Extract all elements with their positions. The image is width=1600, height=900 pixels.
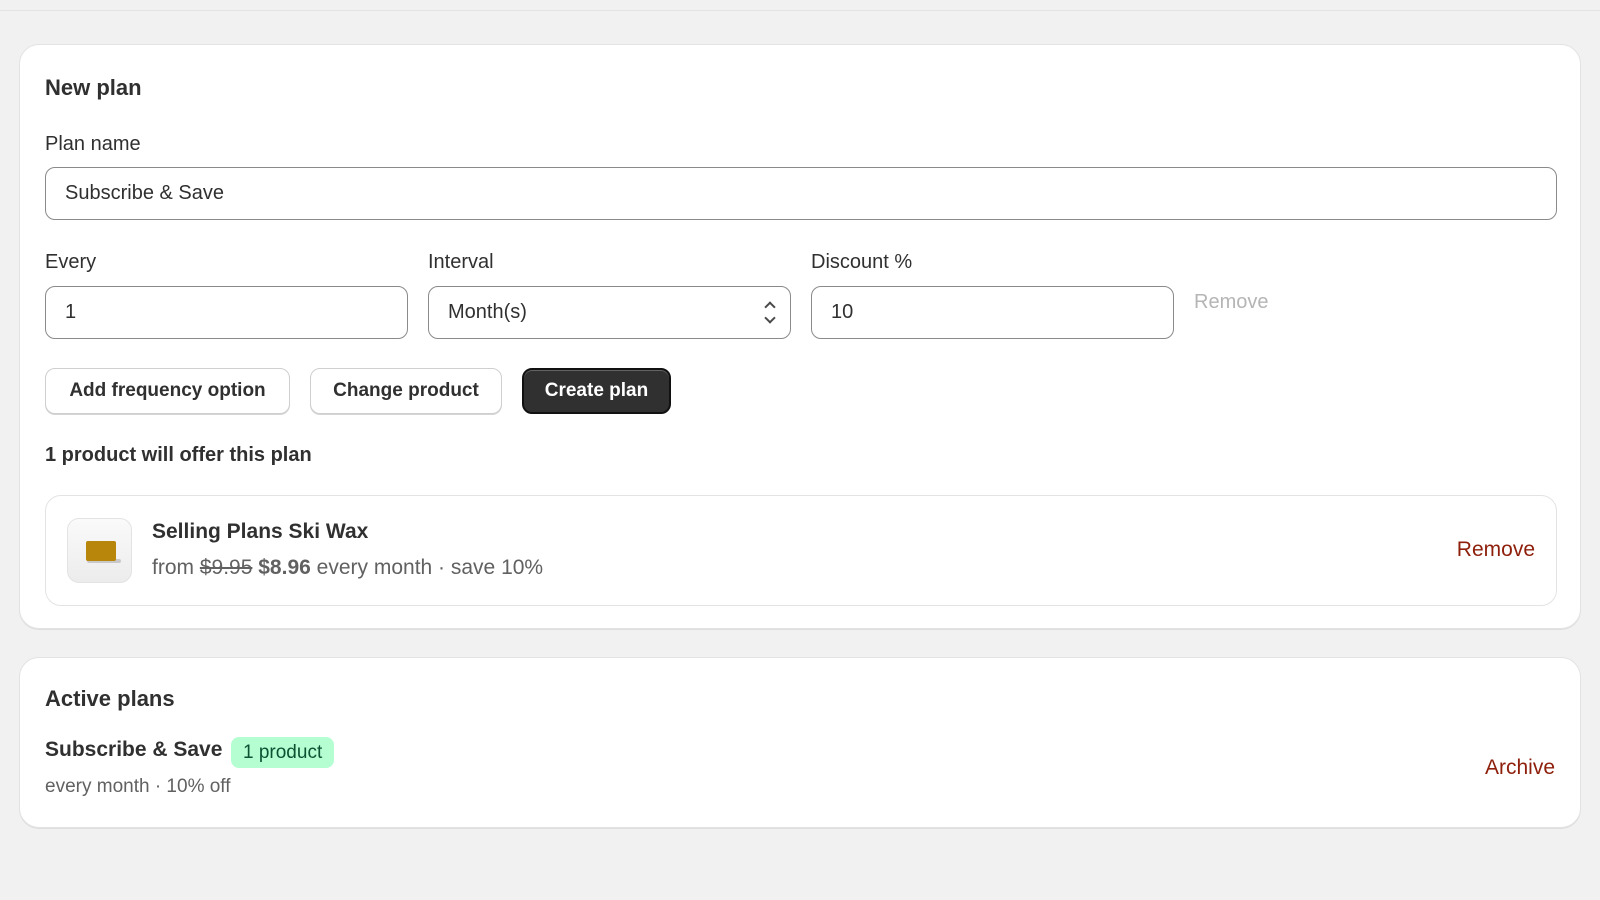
plan-name-label: Plan name bbox=[45, 133, 141, 155]
active-plan-detail: every month · 10% off bbox=[45, 776, 231, 797]
active-plan-name: Subscribe & Save bbox=[45, 738, 223, 761]
active-plans-title: Active plans bbox=[45, 686, 175, 711]
plan-name-input[interactable] bbox=[65, 182, 1556, 205]
old-price: $9.95 bbox=[199, 556, 253, 579]
every-label: Every bbox=[45, 251, 97, 273]
remove-frequency-link[interactable]: Remove bbox=[1194, 291, 1268, 314]
product-name: Selling Plans Ski Wax bbox=[152, 520, 369, 543]
interval-selected-value: Month(s) bbox=[448, 301, 527, 323]
discount-label: Discount % bbox=[811, 251, 913, 273]
new-plan-card: New plan Plan name Every Interval Month(… bbox=[19, 44, 1581, 629]
ski-wax-image bbox=[67, 518, 132, 583]
interval-select[interactable]: Month(s) bbox=[428, 286, 791, 339]
active-plans-card: Active plans Subscribe & Save 1 product … bbox=[19, 657, 1581, 828]
discount-field[interactable] bbox=[811, 286, 1174, 339]
plan-name-field[interactable] bbox=[45, 167, 1557, 220]
change-product-button[interactable]: Change product bbox=[310, 368, 502, 414]
remove-product-link[interactable]: Remove bbox=[1457, 538, 1535, 562]
product-list-item: Selling Plans Ski Wax from $9.95 $8.96 e… bbox=[45, 495, 1557, 606]
discount-input[interactable] bbox=[831, 301, 1173, 324]
interval-label: Interval bbox=[428, 251, 494, 273]
select-chevrons-icon bbox=[764, 301, 776, 324]
product-count-badge: 1 product bbox=[231, 737, 335, 768]
every-input[interactable] bbox=[65, 301, 407, 324]
price-suffix: every month · save 10% bbox=[316, 556, 544, 579]
new-price: $8.96 bbox=[258, 556, 311, 579]
top-divider bbox=[0, 10, 1600, 11]
product-pricing: from $9.95 $8.96 every month · save 10% bbox=[152, 556, 543, 580]
products-heading: 1 product will offer this plan bbox=[45, 444, 312, 466]
add-frequency-button[interactable]: Add frequency option bbox=[45, 368, 290, 414]
price-from-text: from bbox=[152, 556, 194, 579]
create-plan-button[interactable]: Create plan bbox=[522, 368, 671, 414]
archive-plan-link[interactable]: Archive bbox=[1485, 756, 1555, 780]
new-plan-title: New plan bbox=[45, 75, 142, 100]
every-field[interactable] bbox=[45, 286, 408, 339]
